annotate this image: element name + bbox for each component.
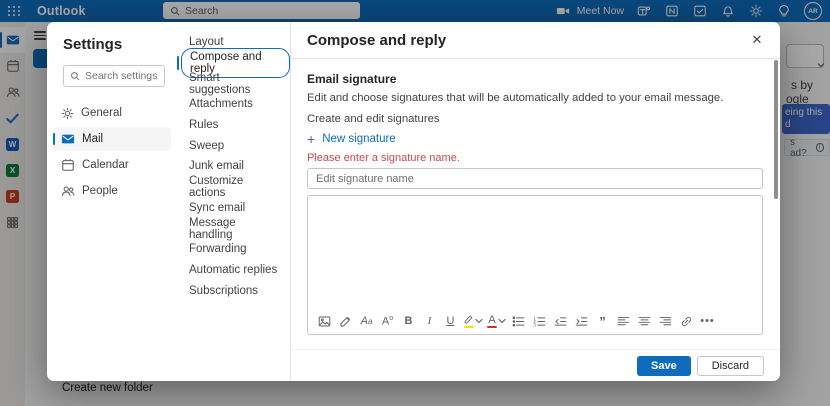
- settings-detail-panel: Compose and reply ✕ Email signature Edit…: [290, 22, 780, 381]
- category-attachments[interactable]: Attachments: [177, 94, 290, 115]
- image-icon[interactable]: [316, 312, 333, 330]
- calendar-icon: [61, 158, 75, 172]
- category-label: Junk email: [189, 160, 244, 173]
- gear-icon: [61, 107, 74, 120]
- detail-title: Compose and reply: [307, 31, 447, 49]
- category-label: Subscriptions: [189, 284, 259, 297]
- editor-toolbar: Aa Ao B I U A 1 2 3 ” •••: [308, 308, 762, 334]
- chevron-down-icon: [498, 317, 506, 325]
- settings-dialog: Settings Search settings General Mail Cale…: [47, 22, 780, 381]
- font-color-icon[interactable]: A: [487, 312, 506, 330]
- underline-icon[interactable]: U: [442, 312, 459, 330]
- category-label: Forwarding: [189, 243, 247, 256]
- category-label: Attachments: [189, 98, 253, 111]
- close-icon[interactable]: ✕: [748, 31, 766, 49]
- numbered-list-icon[interactable]: 123: [531, 312, 548, 330]
- format-painter-icon[interactable]: [337, 312, 354, 330]
- sidebar-item-people[interactable]: People: [53, 179, 171, 203]
- category-automatic-replies[interactable]: Automatic replies: [177, 260, 290, 281]
- outdent-icon[interactable]: [552, 312, 569, 330]
- more-icon[interactable]: •••: [699, 312, 716, 330]
- sidebar-item-mail[interactable]: Mail: [53, 127, 171, 151]
- category-sweep[interactable]: Sweep: [177, 135, 290, 156]
- sidebar-item-label: Calendar: [82, 159, 129, 171]
- sidebar-item-label: Mail: [82, 133, 104, 145]
- people-icon: [61, 184, 75, 198]
- settings-title: Settings: [63, 36, 123, 53]
- highlight-icon[interactable]: [463, 312, 483, 330]
- align-left-icon[interactable]: [615, 312, 632, 330]
- signature-name-input[interactable]: [307, 168, 763, 189]
- plus-icon: +: [307, 131, 316, 147]
- category-label: Sweep: [189, 139, 225, 152]
- create-edit-signatures-label: Create and edit signatures: [307, 113, 440, 125]
- bulleted-list-icon[interactable]: [510, 312, 527, 330]
- settings-search-placeholder: Search settings: [85, 70, 158, 82]
- new-signature-button[interactable]: + New signature: [307, 131, 763, 147]
- sidebar-item-calendar[interactable]: Calendar: [53, 153, 171, 177]
- font-size-icon[interactable]: Ao: [379, 312, 396, 330]
- link-icon[interactable]: [678, 312, 695, 330]
- category-label: Rules: [189, 119, 219, 132]
- align-right-icon[interactable]: [657, 312, 674, 330]
- category-customize-actions[interactable]: Customize actions: [177, 175, 290, 199]
- settings-category-list: Layout Compose and reply Smart suggestions…: [177, 22, 290, 381]
- bold-icon[interactable]: B: [400, 312, 417, 330]
- sidebar-item-label: People: [82, 185, 118, 197]
- email-signature-heading: Email signature: [307, 72, 397, 86]
- new-signature-label: New signature: [322, 133, 396, 145]
- sidebar-item-label: General: [81, 107, 122, 119]
- indent-icon[interactable]: [573, 312, 590, 330]
- settings-search-box[interactable]: Search settings: [63, 65, 165, 87]
- category-smart-suggestions[interactable]: Smart suggestions: [177, 72, 290, 96]
- discard-button[interactable]: Discard: [696, 355, 764, 376]
- search-icon: [70, 71, 80, 81]
- outlook-screen: Outlook Search Meet Now AR WXP Create ne…: [0, 0, 830, 406]
- mail-icon: [61, 132, 75, 146]
- quote-icon[interactable]: ”: [594, 312, 611, 330]
- svg-text:3: 3: [533, 322, 536, 327]
- category-rules[interactable]: Rules: [177, 115, 290, 136]
- category-forwarding[interactable]: Forwarding: [177, 239, 290, 260]
- sidebar-item-general[interactable]: General: [53, 101, 171, 125]
- scrollbar-thumb[interactable]: [774, 60, 778, 199]
- italic-icon[interactable]: I: [421, 312, 438, 330]
- category-message-handling[interactable]: Message handling: [177, 217, 290, 241]
- detail-header: Compose and reply ✕: [291, 22, 780, 59]
- category-subscriptions[interactable]: Subscriptions: [177, 280, 290, 301]
- font-style-icon[interactable]: Aa: [358, 312, 375, 330]
- detail-body: Email signature Edit and choose signatur…: [291, 59, 780, 349]
- settings-sidebar: Settings Search settings General Mail Cale…: [47, 22, 177, 381]
- chevron-down-icon: [475, 317, 483, 325]
- category-label: Automatic replies: [189, 263, 278, 276]
- signature-name-error: Please enter a signature name.: [307, 152, 460, 164]
- signature-editor[interactable]: Aa Ao B I U A 1 2 3 ” •••: [307, 195, 763, 335]
- category-label: Sync email: [189, 201, 246, 214]
- save-button[interactable]: Save: [637, 355, 691, 376]
- align-center-icon[interactable]: [636, 312, 653, 330]
- detail-footer: Save Discard: [291, 349, 780, 381]
- email-signature-description: Edit and choose signatures that will be …: [307, 92, 724, 104]
